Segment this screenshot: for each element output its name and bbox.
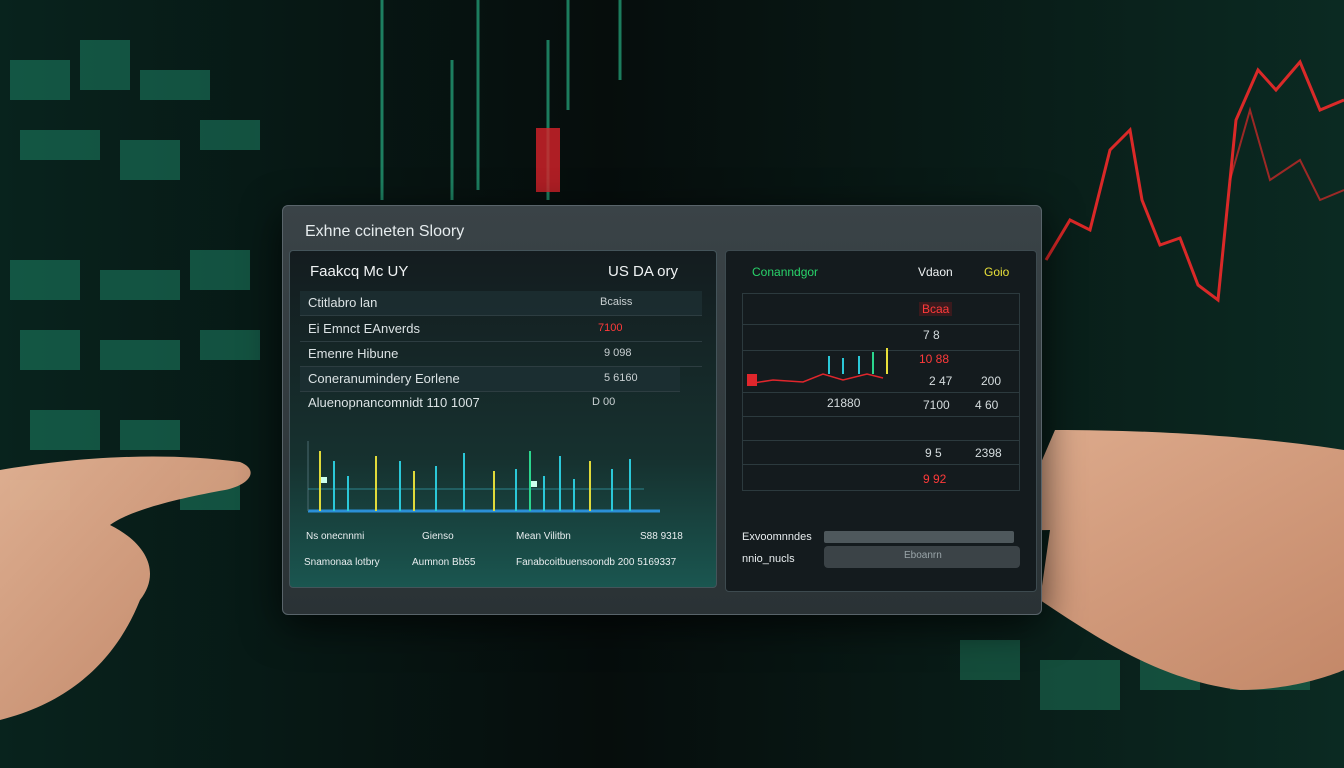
footer-item: Aumnon Bb55: [412, 557, 476, 568]
price-value: 200: [981, 374, 1002, 388]
footer-item: S88 9318: [640, 531, 683, 542]
action-button-label: Eboanrn: [904, 550, 942, 561]
row-label: Aluenopnancomnidt 110 1007: [308, 395, 480, 410]
left-header-title: Faakcq Mc UY: [310, 263, 409, 280]
price-grid: Bcaa 7 8 10 88 2 47 200 21880 7100 4 60 …: [742, 293, 1020, 491]
footer-item: Snamonaa lotbry: [304, 557, 380, 568]
exchange-panel: Exhne ccineten Sloory Faakcq Mc UY US DA…: [282, 205, 1042, 615]
footer-item: Mean Vilitbn: [516, 531, 571, 542]
volume-bar-chart: [307, 441, 660, 513]
price-value: 9 92: [923, 472, 947, 486]
price-value: 21880: [827, 396, 861, 410]
price-value: 10 88: [919, 352, 950, 366]
row-label: Ctitlabro lan: [308, 295, 378, 310]
right-header-green[interactable]: Conanndgor: [752, 265, 818, 279]
price-value: Bcaa: [919, 302, 953, 316]
row-label: Emenre Hibune: [308, 346, 399, 361]
data-row[interactable]: Emenre Hibune 9 098: [300, 342, 702, 367]
row-value: 9 098: [604, 347, 632, 359]
mini-price-chart: [746, 348, 888, 386]
price-value: 2398: [975, 446, 1002, 460]
row-value: Bcaiss: [600, 296, 633, 308]
left-header-currency: US DA ory: [608, 263, 679, 280]
left-data-panel: Faakcq Mc UY US DA ory Ctitlabro lan Bca…: [289, 250, 717, 588]
price-value: 9 5: [925, 446, 942, 460]
row-value: D 00: [592, 396, 616, 408]
price-value: 7 8: [923, 328, 940, 342]
right-header-label[interactable]: Vdaon: [918, 265, 953, 279]
row-label: Ei Emnct EAnverds: [308, 321, 420, 336]
footer-label: Exvoomnndes: [742, 531, 812, 543]
row-value: 5 6160: [604, 372, 638, 384]
data-row[interactable]: Aluenopnancomnidt 110 1007 D 00: [300, 391, 702, 415]
right-data-panel: Conanndgor Vdaon Goio Bcaa 7 8 10 88 2 4…: [725, 250, 1037, 592]
price-value: 4 60: [975, 398, 999, 412]
footer-bar: [824, 531, 1014, 543]
footer-item: Fanabcoitbuensoondb 200 5169337: [516, 557, 677, 568]
footer-label: nnio_nucls: [742, 553, 795, 565]
data-row[interactable]: Ctitlabro lan Bcaiss: [300, 291, 702, 316]
data-row[interactable]: Ei Emnct EAnverds 7100: [300, 317, 702, 342]
row-label: Coneranumindery Eorlene: [308, 371, 460, 386]
panel-title: Exhne ccineten Sloory: [305, 223, 465, 240]
action-button[interactable]: Eboanrn: [824, 546, 1020, 568]
data-row[interactable]: Coneranumindery Eorlene 5 6160: [300, 367, 680, 392]
price-value: 2 47: [929, 374, 953, 388]
right-header-yellow[interactable]: Goio: [984, 265, 1009, 279]
footer-item: Ns onecnnmi: [306, 531, 365, 542]
price-value: 7100: [923, 398, 950, 412]
footer-item: Gienso: [422, 531, 454, 542]
row-value: 7100: [598, 322, 623, 334]
